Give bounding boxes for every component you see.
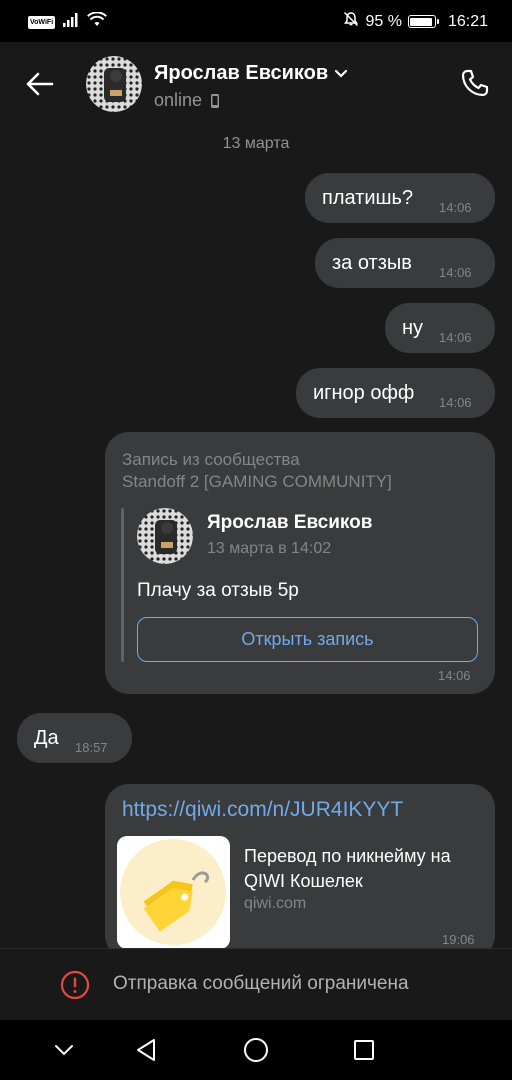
- repost-community[interactable]: Standoff 2 [GAMING COMMUNITY]: [122, 472, 392, 492]
- message-time: 14:06: [439, 395, 472, 410]
- alert-circle-icon: [60, 970, 90, 1000]
- nav-hide-icon: [55, 1045, 73, 1056]
- message-bubble[interactable]: ну 14:06: [385, 303, 495, 353]
- message-time: 14:06: [439, 200, 472, 215]
- repost-quote-bar: [121, 508, 124, 662]
- mobile-icon: [211, 93, 220, 108]
- battery-icon: [407, 15, 439, 28]
- message-text: за отзыв: [332, 252, 412, 274]
- status-text: online: [154, 90, 203, 110]
- signal-icon: [63, 12, 79, 32]
- post-date: 13 марта в 14:02: [207, 540, 332, 557]
- back-arrow-icon: [26, 72, 54, 96]
- qiwi-tag-icon: [120, 839, 226, 945]
- chat-header: Ярослав Евсиков online: [0, 42, 512, 126]
- message-text: ну: [402, 317, 424, 339]
- message-time: 19:06: [442, 932, 475, 947]
- date-separator: 13 марта: [222, 135, 290, 152]
- vowifi-badge: VoWiFi: [28, 15, 56, 29]
- message-bubble[interactable]: за отзыв 14:06: [315, 238, 495, 288]
- link-url[interactable]: https://qiwi.com/n/JUR4IKYYT: [122, 798, 403, 822]
- link-title[interactable]: Перевод по никнейму на QIWI Кошелек: [244, 844, 474, 894]
- message-time: 14:06: [439, 265, 472, 280]
- avatar[interactable]: [86, 56, 142, 112]
- repost-source-label: Запись из сообщества: [122, 450, 300, 469]
- link-preview-image[interactable]: [117, 836, 230, 949]
- nav-back-button[interactable]: [128, 1032, 164, 1068]
- message-time: 18:57: [75, 740, 108, 755]
- message-bubble[interactable]: игнор офф 14:06: [296, 368, 495, 418]
- contact-status: online: [154, 90, 220, 111]
- contact-name-button[interactable]: Ярослав Евсиков: [154, 62, 348, 85]
- message-text: платишь?: [322, 187, 414, 209]
- messaging-restricted-bar: Отправка сообщений ограничена: [0, 948, 512, 1020]
- chevron-down-icon: [335, 69, 348, 78]
- message-text: игнор офф: [313, 382, 415, 404]
- message-text: Да: [34, 727, 59, 749]
- nav-home-button[interactable]: [238, 1032, 274, 1068]
- message-time: 14:06: [439, 330, 472, 345]
- call-button[interactable]: [456, 64, 494, 102]
- mute-icon: [343, 11, 359, 32]
- status-bar: VoWiFi 95 % 16:21: [0, 0, 512, 42]
- open-post-button[interactable]: Открыть запись: [137, 617, 478, 662]
- battery-percent: 95 %: [365, 12, 402, 30]
- post-text: Плачу за отзыв 5р: [137, 580, 299, 601]
- message-bubble[interactable]: Да 18:57: [17, 713, 132, 763]
- nav-back-icon: [137, 1039, 155, 1061]
- wifi-icon: [87, 11, 108, 32]
- link-message-bubble[interactable]: https://qiwi.com/n/JUR4IKYYT Перевод по …: [105, 784, 495, 959]
- nav-recents-icon: [354, 1040, 374, 1060]
- message-bubble[interactable]: платишь? 14:06: [305, 173, 495, 223]
- post-author-avatar[interactable]: [137, 508, 193, 564]
- nav-home-icon: [244, 1038, 268, 1062]
- back-button[interactable]: [22, 66, 58, 102]
- link-domain: qiwi.com: [244, 895, 307, 912]
- nav-recents-button[interactable]: [346, 1032, 382, 1068]
- post-author[interactable]: Ярослав Евсиков: [207, 512, 372, 534]
- system-nav-bar: [0, 1020, 512, 1080]
- phone-icon: [461, 69, 489, 97]
- nav-hide-button[interactable]: [46, 1032, 82, 1068]
- contact-name: Ярослав Евсиков: [154, 62, 329, 84]
- restricted-text: Отправка сообщений ограничена: [113, 973, 409, 994]
- clock: 16:21: [447, 12, 488, 30]
- repost-bubble[interactable]: Запись из сообщества Standoff 2 [GAMING …: [105, 432, 495, 694]
- message-time: 14:06: [438, 668, 471, 683]
